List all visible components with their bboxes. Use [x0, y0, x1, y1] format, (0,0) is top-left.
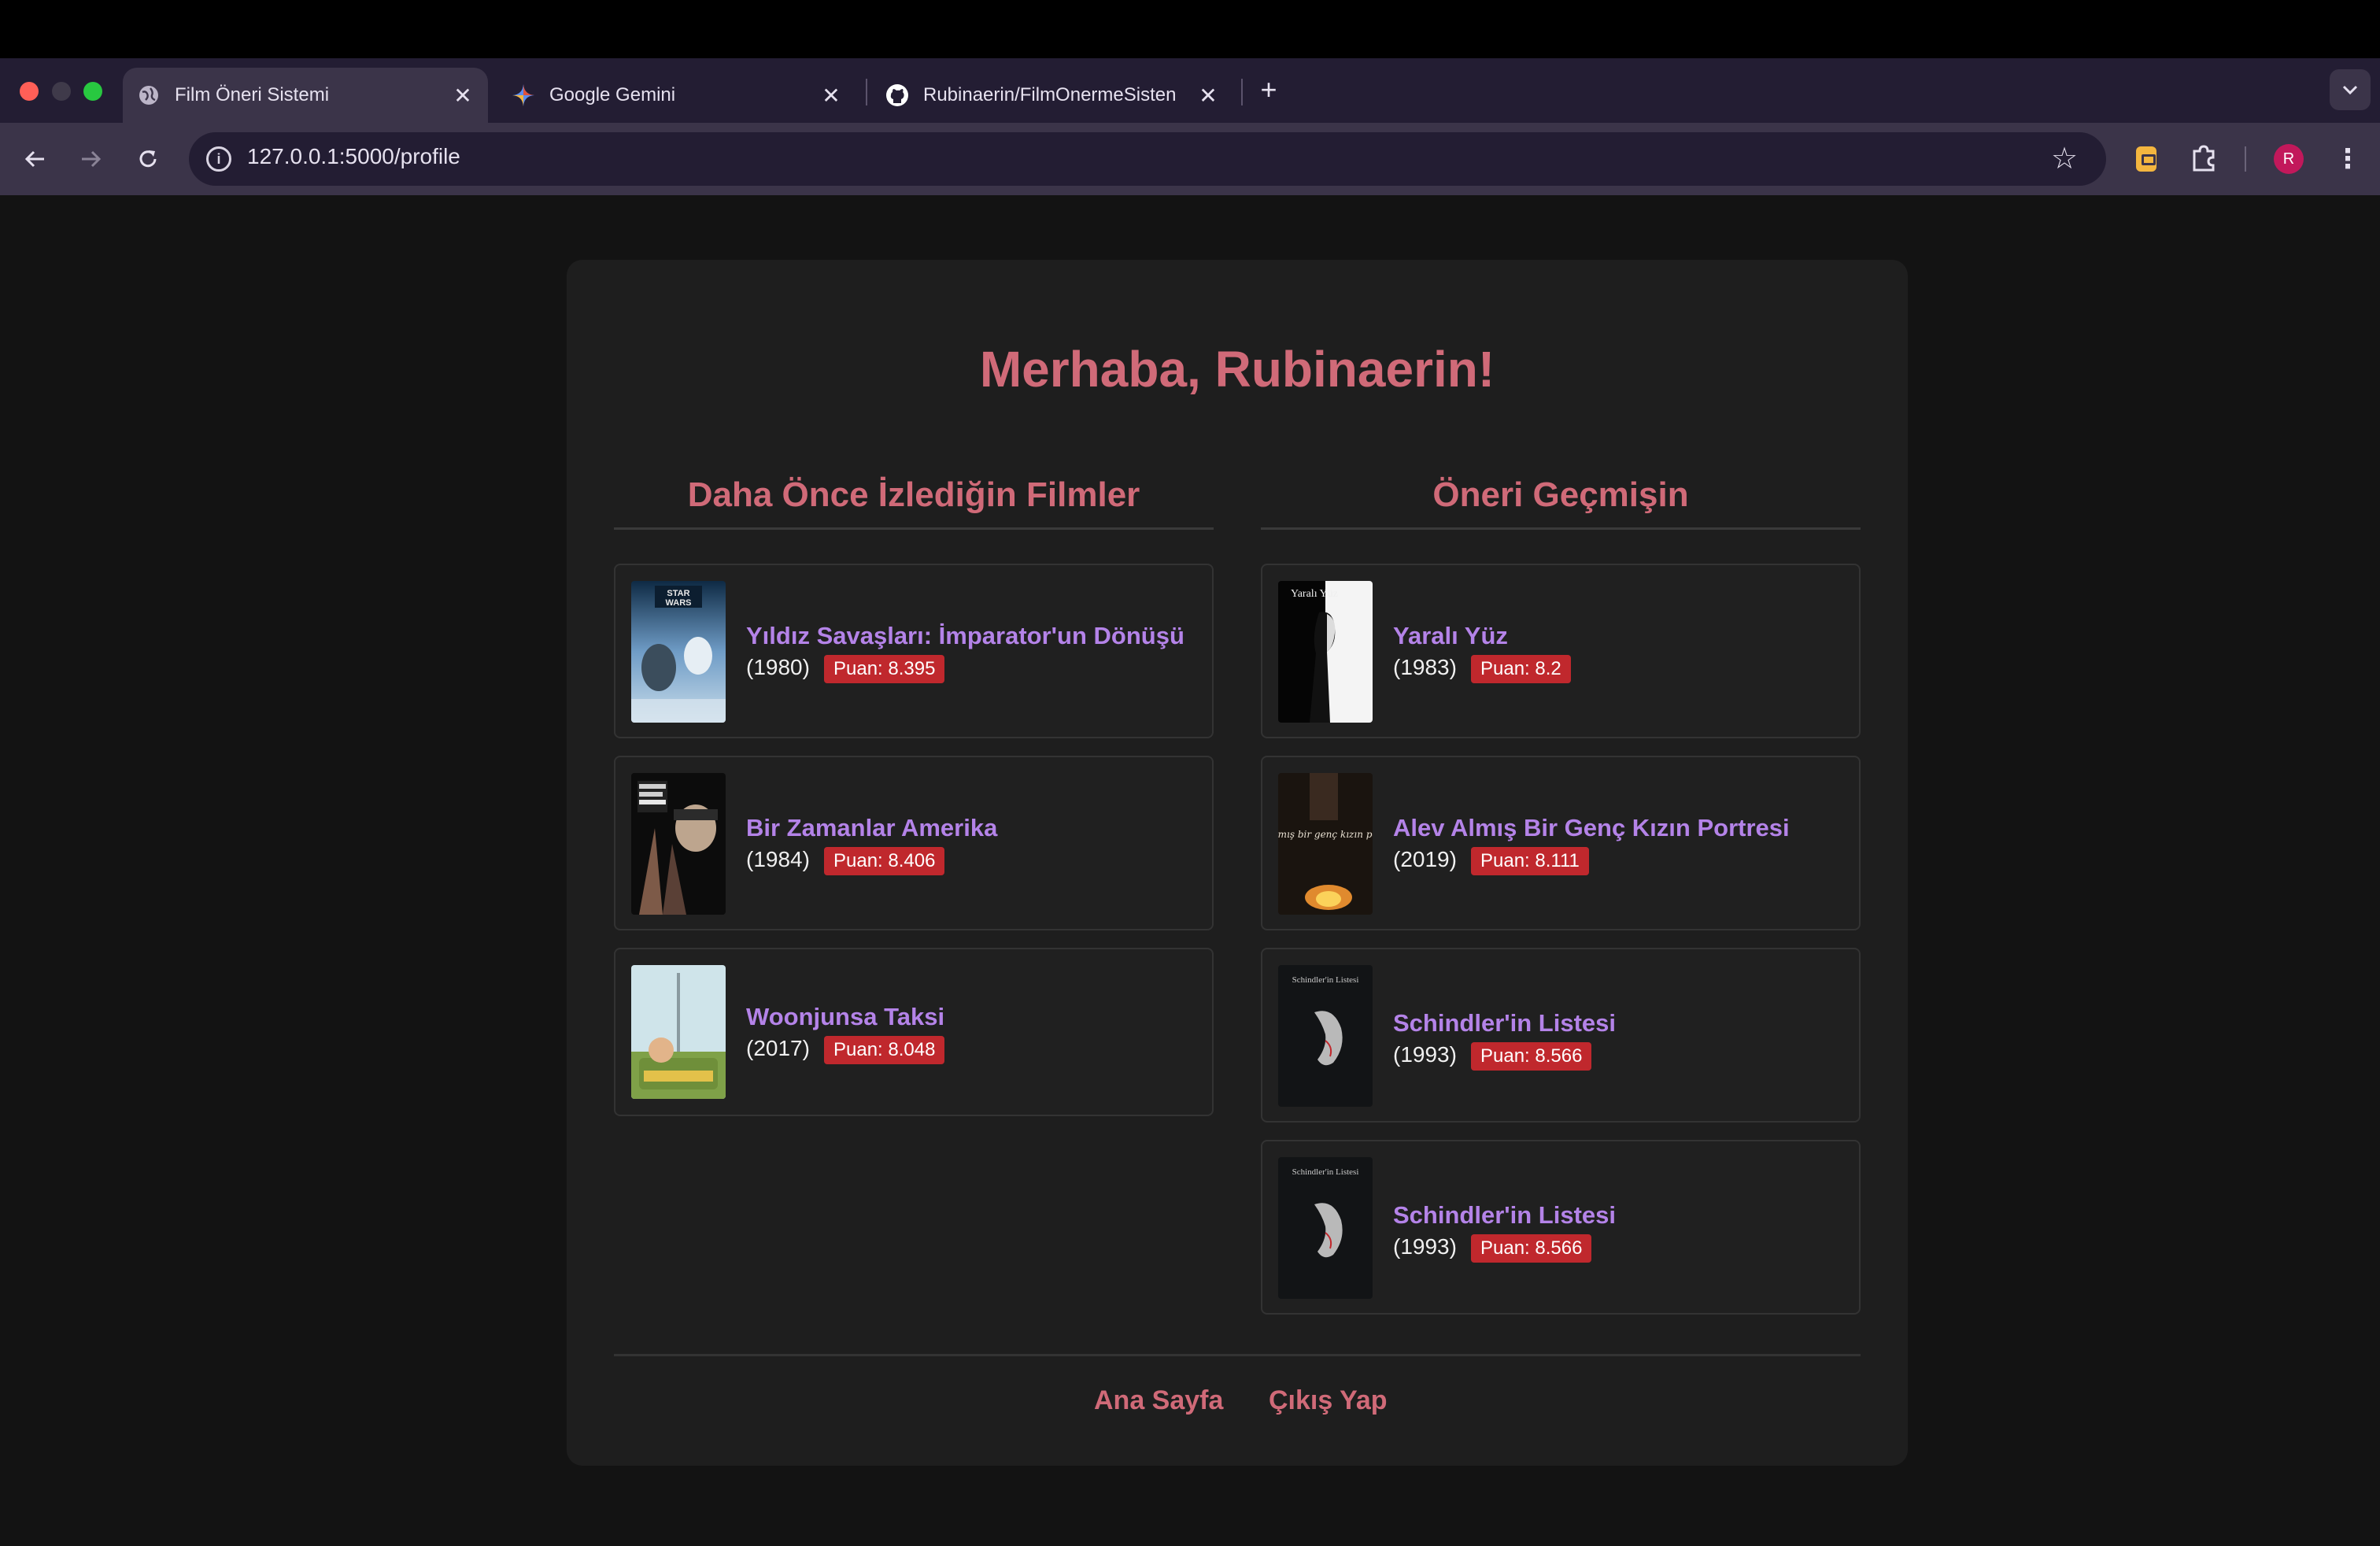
once-upon-a-time-in-america-poster	[631, 773, 726, 915]
movie-title-link[interactable]: Yaralı Yüz	[1393, 622, 1508, 650]
recommended-movie-card: alev almış bir genç kızın portresi Alev …	[1261, 756, 1861, 930]
movie-title-link[interactable]: Bir Zamanlar Amerika	[746, 814, 997, 842]
watched-section-title: Daha Önce İzlediğin Filmler	[687, 475, 1140, 514]
home-link[interactable]: Ana Sayfa	[1094, 1385, 1223, 1416]
tab-film-oneri-sistemi[interactable]: Film Öneri Sistemi ✕	[123, 68, 488, 123]
tab-search-button[interactable]	[2330, 69, 2371, 110]
tab-label: Rubinaerin/FilmOnermeSisten	[923, 84, 1177, 105]
svg-text:STAR: STAR	[667, 589, 689, 598]
score-badge: Puan: 8.111	[1471, 847, 1589, 875]
watched-movie-card: Bir Zamanlar Amerika (1984) Puan: 8.406	[614, 756, 1214, 930]
taxi-driver-poster	[631, 965, 726, 1099]
recommended-movie-card: Schindler'in Listesi Schindler'in Listes…	[1261, 948, 1861, 1123]
logout-link[interactable]: Çıkış Yap	[1269, 1385, 1388, 1416]
chevron-down-icon	[2342, 85, 2358, 95]
schindler-poster: Schindler'in Listesi	[1278, 965, 1373, 1107]
poster-text: Schindler'in Listesi	[1292, 975, 1359, 985]
portrait-poster: alev almış bir genç kızın portresi	[1278, 773, 1373, 915]
recommended-movie-card: Schindler'in Listesi Schindler'in Listes…	[1261, 1140, 1861, 1315]
watched-movie-card: Woonjunsa Taksi (2017) Puan: 8.048	[614, 948, 1214, 1116]
extension-icon[interactable]	[2136, 146, 2156, 172]
score-badge: Puan: 8.566	[1471, 1042, 1592, 1071]
profile-avatar[interactable]: R	[2274, 144, 2304, 174]
close-tab-icon[interactable]: ✕	[815, 83, 847, 109]
schindler-poster: Schindler'in Listesi	[1278, 1157, 1373, 1299]
poster-text: Yaralı Yüz	[1291, 588, 1338, 600]
tab-separator	[1241, 79, 1243, 105]
recommended-movie-card: Yaralı Yüz Yaralı Yüz (1983) Puan: 8.2	[1261, 564, 1861, 738]
close-tab-icon[interactable]: ✕	[447, 83, 479, 109]
reload-icon	[139, 150, 157, 168]
maximize-window-button[interactable]	[83, 82, 102, 101]
tab-label: Film Öneri Sistemi	[175, 84, 330, 105]
close-tab-icon[interactable]: ✕	[1192, 83, 1224, 109]
page-title: Merhaba, Rubinaerin!	[979, 341, 1495, 398]
movie-year: (1993)	[1393, 1042, 1457, 1067]
new-tab-button[interactable]: +	[1253, 74, 1284, 105]
movie-year: (1983)	[1393, 655, 1457, 679]
close-window-button[interactable]	[20, 82, 39, 101]
movie-title-link[interactable]: Woonjunsa Taksi	[746, 1003, 944, 1031]
back-button[interactable]	[16, 140, 54, 178]
movie-year: (1993)	[1393, 1234, 1457, 1259]
bookmark-star-icon[interactable]: ☆	[2051, 140, 2078, 178]
footer-divider	[614, 1354, 1861, 1356]
star-wars-poster: STAR WARS	[631, 581, 726, 723]
poster-text: alev almış bir genç kızın portresi	[1278, 829, 1373, 840]
section-divider	[1261, 527, 1861, 530]
movie-title-link[interactable]: Schindler'in Listesi	[1393, 1201, 1616, 1230]
scarface-poster: Yaralı Yüz	[1278, 581, 1373, 723]
history-section-title: Öneri Geçmişin	[1432, 475, 1689, 514]
poster-text: Schindler'in Listesi	[1292, 1167, 1359, 1177]
url-text[interactable]: 127.0.0.1:5000/profile	[247, 144, 460, 169]
forward-button[interactable]	[72, 140, 110, 178]
score-badge: Puan: 8.048	[824, 1036, 945, 1064]
svg-text:WARS: WARS	[666, 598, 692, 608]
movie-year: (2017)	[746, 1036, 810, 1060]
site-info-icon[interactable]: i	[206, 146, 231, 172]
score-badge: Puan: 8.395	[824, 655, 945, 683]
movie-title-link[interactable]: Alev Almış Bir Genç Kızın Portresi	[1393, 814, 1790, 842]
gemini-icon	[512, 83, 535, 107]
score-badge: Puan: 8.406	[824, 847, 945, 875]
address-bar[interactable]	[189, 132, 2106, 186]
tab-separator	[866, 79, 867, 105]
watched-movie-card: STAR WARS Yıldız Savaşları: İmparator'un…	[614, 564, 1214, 738]
globe-icon	[137, 83, 161, 107]
tab-label: Google Gemini	[549, 84, 676, 105]
tab-github-repo[interactable]: Rubinaerin/FilmOnermeSisten ✕	[871, 68, 1233, 123]
movie-title-link[interactable]: Schindler'in Listesi	[1393, 1009, 1616, 1037]
macos-menu-area	[0, 0, 2380, 58]
reload-button[interactable]	[129, 140, 167, 178]
section-divider	[614, 527, 1214, 530]
movie-year: (1984)	[746, 847, 810, 871]
more-menu-icon[interactable]: ⋮	[2334, 142, 2361, 176]
extensions-puzzle-icon[interactable]	[2188, 142, 2223, 176]
arrow-right-icon	[82, 150, 102, 168]
tab-google-gemini[interactable]: Google Gemini ✕	[497, 68, 856, 123]
arrow-left-icon	[24, 150, 44, 168]
score-badge: Puan: 8.566	[1471, 1234, 1592, 1263]
github-icon	[885, 83, 909, 107]
movie-year: (1980)	[746, 655, 810, 679]
movie-title-link[interactable]: Yıldız Savaşları: İmparator'un Dönüşü	[746, 622, 1184, 650]
toolbar-separator	[2245, 146, 2246, 172]
minimize-window-button[interactable]	[52, 82, 71, 101]
movie-year: (2019)	[1393, 847, 1457, 871]
score-badge: Puan: 8.2	[1471, 655, 1571, 683]
